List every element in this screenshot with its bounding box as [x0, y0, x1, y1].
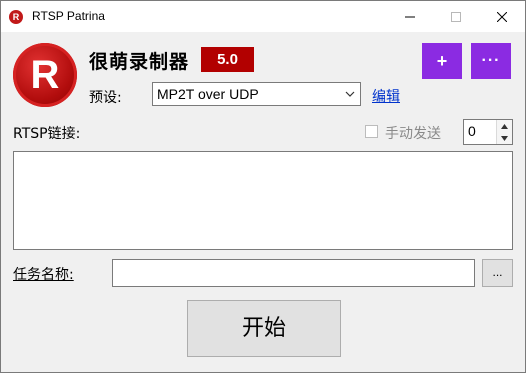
app-window: R RTSP Patrina R 很萌录制器 5.0 + ··· 预设: MP2… — [0, 0, 526, 373]
minimize-button[interactable] — [387, 1, 433, 32]
chevron-up-icon — [501, 123, 508, 129]
manual-send-label: 手动发送 — [385, 126, 441, 142]
close-button[interactable] — [479, 1, 525, 32]
chevron-down-icon — [501, 135, 508, 141]
app-name: 很萌录制器 — [89, 51, 190, 73]
start-button[interactable]: 开始 — [187, 300, 341, 357]
preset-select[interactable]: MP2T over UDP — [152, 82, 361, 106]
task-name-label: 任务名称: — [13, 267, 74, 283]
chevron-down-icon — [345, 91, 355, 97]
logo-letter: R — [30, 53, 60, 97]
maximize-button[interactable] — [433, 1, 479, 32]
more-button[interactable]: ··· — [471, 43, 511, 79]
counter-value: 0 — [468, 123, 476, 139]
rtsp-label: RTSP链接: — [13, 126, 81, 142]
add-preset-button[interactable]: + — [422, 43, 462, 79]
minimize-icon — [405, 16, 415, 17]
spin-down-button[interactable] — [496, 132, 512, 144]
task-name-input[interactable] — [112, 259, 475, 287]
counter-spinner[interactable]: 0 — [463, 119, 513, 145]
window-title: RTSP Patrina — [32, 9, 105, 23]
app-icon: R — [9, 10, 23, 24]
version-badge: 5.0 — [201, 47, 254, 72]
maximize-icon — [451, 11, 461, 22]
title-bar[interactable]: R RTSP Patrina — [1, 1, 525, 32]
app-logo: R — [13, 43, 77, 107]
browse-button[interactable]: ... — [482, 259, 513, 287]
close-icon — [497, 11, 507, 22]
rtsp-url-textarea[interactable] — [13, 151, 513, 250]
preset-label: 预设: — [89, 90, 122, 106]
preset-selected-value: MP2T over UDP — [157, 86, 259, 102]
manual-send-checkbox[interactable] — [365, 125, 378, 138]
edit-preset-link[interactable]: 编辑 — [372, 86, 400, 106]
